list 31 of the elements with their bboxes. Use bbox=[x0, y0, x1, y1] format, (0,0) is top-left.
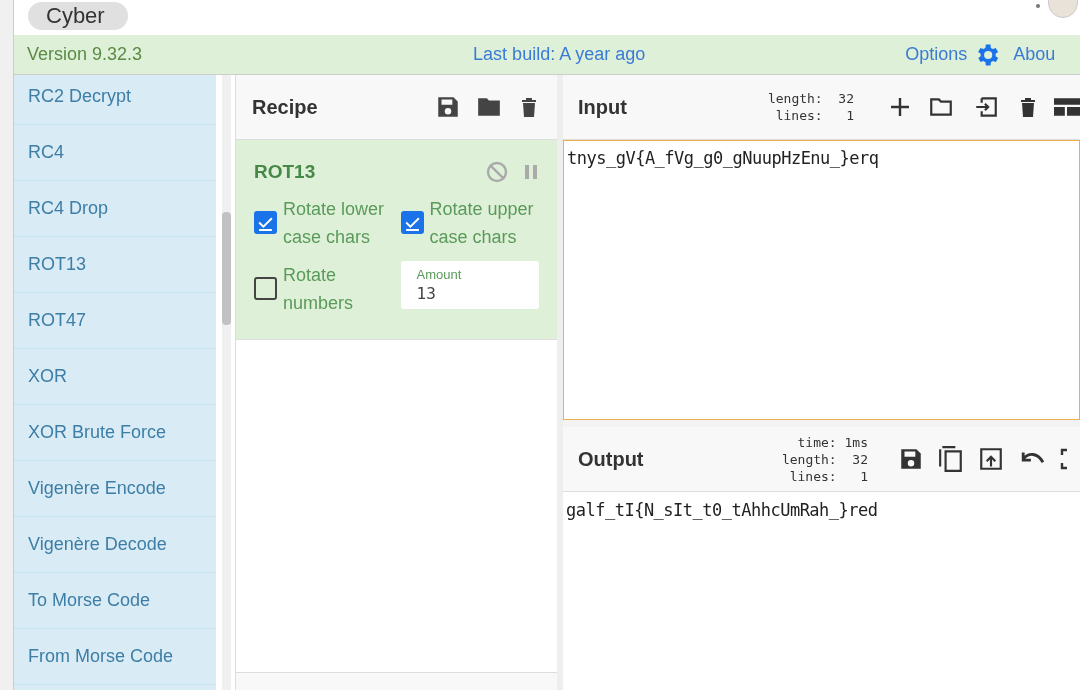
output-text: galf_tI{N_sIt_t0_tAhhcUmRah_}red bbox=[565, 499, 879, 522]
options-link[interactable]: Options bbox=[905, 41, 968, 68]
input-textarea[interactable]: tnys_gV{A_fVg_g0_gNuupHzEnu_}erq bbox=[563, 140, 1080, 420]
stat-text: lines: 1 bbox=[789, 467, 868, 485]
stat-text: length: 32 bbox=[781, 450, 868, 468]
copy-icon[interactable] bbox=[938, 444, 964, 474]
resize-handle[interactable] bbox=[563, 420, 1080, 427]
checkbox-label: Rotate upper case chars bbox=[429, 197, 535, 249]
amount-field[interactable]: Amount 13 bbox=[400, 260, 539, 309]
recipe-title: Recipe bbox=[252, 95, 318, 120]
stat-text: length: 32 bbox=[767, 90, 854, 107]
last-build-link[interactable]: Last build: A year ago bbox=[473, 41, 646, 68]
version-text: Version 9.32.3 bbox=[27, 43, 143, 66]
about-link[interactable]: Abou bbox=[1013, 41, 1056, 68]
save-icon[interactable] bbox=[435, 94, 461, 120]
upload-icon[interactable] bbox=[978, 446, 1004, 472]
checkbox-label: Rotate numbers bbox=[283, 263, 355, 315]
cyber-button[interactable]: Cyber bbox=[28, 2, 128, 30]
checkbox[interactable] bbox=[400, 211, 424, 234]
layout-icon[interactable] bbox=[1054, 96, 1080, 118]
checkbox[interactable] bbox=[254, 277, 277, 300]
output-title: Output bbox=[578, 447, 644, 472]
input-title: Input bbox=[578, 95, 627, 120]
save-icon[interactable] bbox=[898, 446, 924, 472]
stat-text: lines: 1 bbox=[775, 107, 854, 124]
checkbox-label: Rotate lower case chars bbox=[283, 197, 386, 249]
stat-text: time: 1ms bbox=[797, 433, 868, 451]
scrollbar-thumb[interactable] bbox=[222, 212, 231, 325]
checkbox[interactable] bbox=[254, 211, 277, 234]
plus-icon[interactable] bbox=[888, 95, 912, 119]
operation-title: ROT13 bbox=[254, 160, 316, 184]
